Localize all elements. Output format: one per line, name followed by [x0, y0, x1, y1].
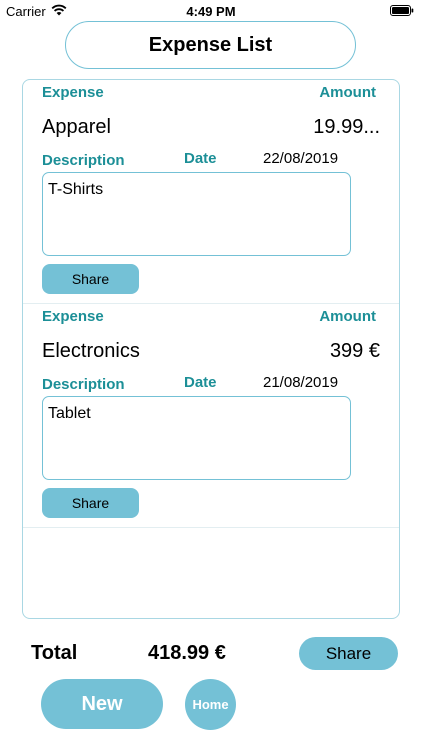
share-button[interactable]: Share: [42, 488, 139, 518]
share-total-button[interactable]: Share: [299, 637, 398, 670]
expense-category: Electronics: [42, 340, 140, 362]
expense-label: Expense: [42, 308, 104, 325]
expense-date: 22/08/2019: [263, 150, 339, 167]
battery-icon: [390, 5, 414, 16]
expense-row[interactable]: Expense Amount Electronics 399 € Descrip…: [23, 304, 399, 528]
expense-row[interactable]: Expense Amount Apparel 19.99... Descript…: [23, 80, 399, 304]
amount-label: Amount: [319, 84, 376, 101]
amount-label: Amount: [319, 308, 376, 325]
page-title: Expense List: [65, 21, 356, 69]
home-button[interactable]: Home: [185, 679, 236, 730]
description-label: Description: [42, 376, 125, 393]
expense-label: Expense: [42, 84, 104, 101]
expense-category: Apparel: [42, 116, 111, 138]
expense-list[interactable]: Expense Amount Apparel 19.99... Descript…: [22, 79, 400, 619]
total-label: Total: [31, 642, 78, 664]
new-expense-button[interactable]: New: [41, 679, 163, 729]
expense-amount: 19.99...: [313, 116, 380, 138]
date-label: Date: [184, 374, 217, 391]
expense-date: 21/08/2019: [263, 374, 339, 391]
date-label: Date: [184, 150, 217, 167]
expense-amount: 399 €: [329, 340, 380, 362]
description-field[interactable]: Tablet: [42, 396, 351, 480]
status-time: 4:49 PM: [186, 4, 236, 19]
total-value: 418.99 €: [148, 642, 226, 664]
description-label: Description: [42, 152, 125, 169]
description-field[interactable]: T-Shirts: [42, 172, 351, 256]
status-bar: Carrier 4:49 PM: [0, 0, 422, 22]
share-button[interactable]: Share: [42, 264, 139, 294]
